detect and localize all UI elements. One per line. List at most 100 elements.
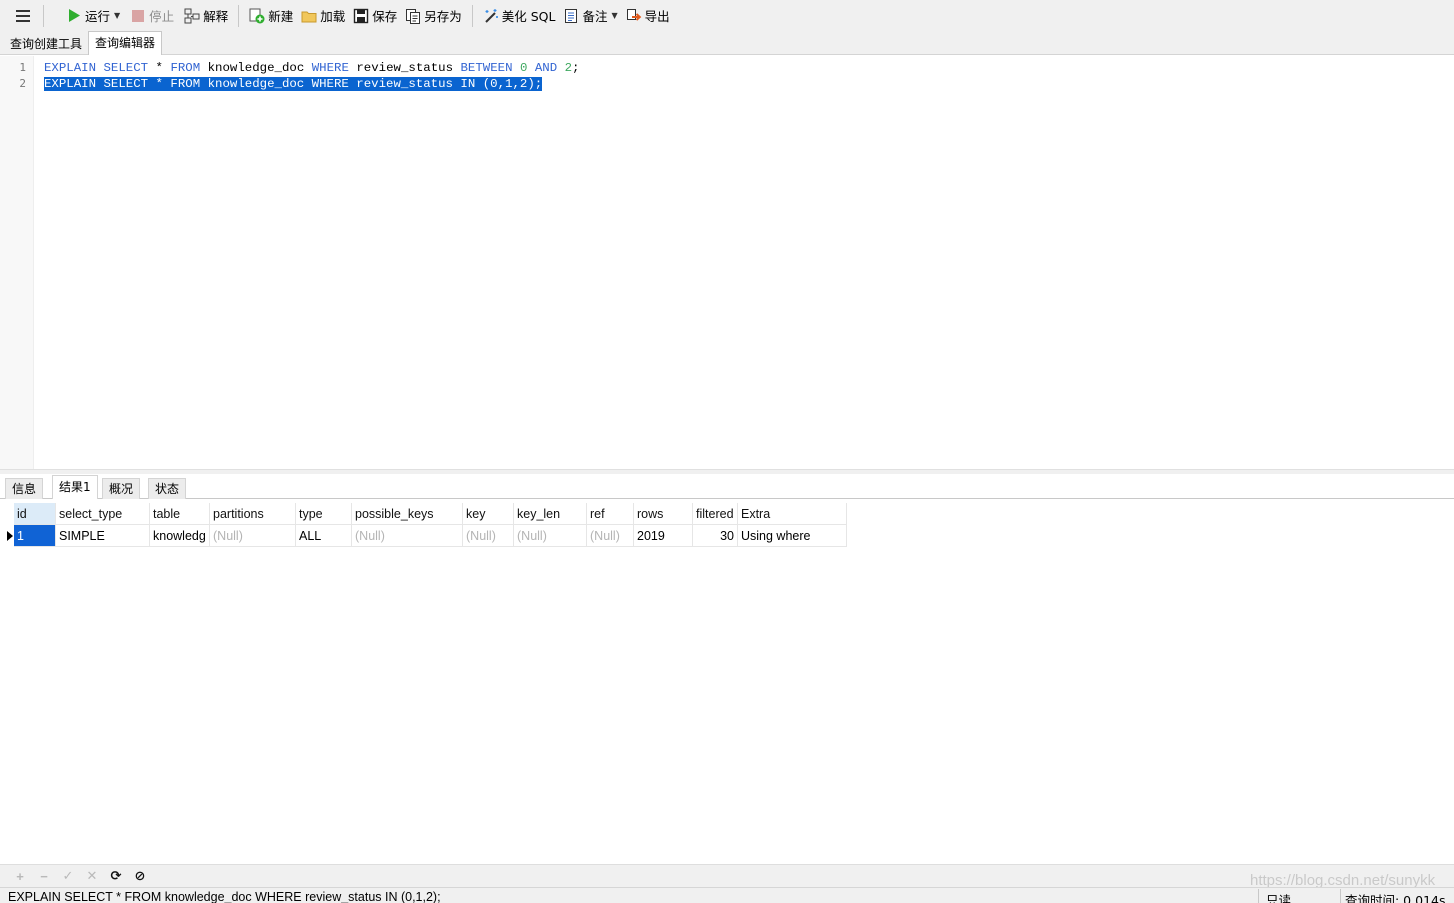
load-button[interactable]: 加载 <box>297 4 349 28</box>
explain-button[interactable]: 解释 <box>180 4 232 28</box>
export-button[interactable]: 导出 <box>622 4 674 28</box>
column-header-possible-keys[interactable]: possible_keys <box>352 503 463 525</box>
hamburger-menu-icon[interactable] <box>9 4 37 28</box>
save-as-label: 另存为 <box>424 9 462 24</box>
column-header-rows[interactable]: rows <box>634 503 693 525</box>
export-icon <box>626 8 642 24</box>
play-icon <box>66 8 82 24</box>
sql-keyword: BETWEEN <box>460 61 513 75</box>
save-as-button[interactable]: 另存为 <box>401 4 466 28</box>
cell-key-len[interactable]: (Null) <box>514 525 587 547</box>
column-header-select-type[interactable]: select_type <box>56 503 150 525</box>
column-header-id[interactable]: id <box>14 503 56 525</box>
refresh-icon[interactable]: ⟳ <box>104 866 128 886</box>
column-header-type[interactable]: type <box>296 503 352 525</box>
beautify-sql-button[interactable]: 美化 SQL <box>479 4 560 28</box>
tab-status[interactable]: 状态 <box>148 478 187 499</box>
stop-icon <box>130 8 146 24</box>
run-dropdown-icon[interactable]: ▼ <box>114 11 120 20</box>
status-divider <box>1340 889 1341 903</box>
status-query-time: 查询时间: 0.014s <box>1345 893 1446 903</box>
explain-label: 解释 <box>203 9 229 24</box>
new-query-icon <box>249 8 265 24</box>
add-record-icon[interactable]: + <box>8 866 32 886</box>
discard-changes-icon[interactable]: ✕ <box>80 866 104 886</box>
stop-refresh-icon[interactable]: ⊘ <box>128 866 152 886</box>
status-bar: EXPLAIN SELECT * FROM knowledge_doc WHER… <box>0 887 1454 903</box>
cell-partitions[interactable]: (Null) <box>210 525 296 547</box>
new-button[interactable]: 新建 <box>245 4 297 28</box>
selected-sql-text: EXPLAIN SELECT * FROM knowledge_doc WHER… <box>44 77 543 91</box>
toolbar-separator <box>43 4 44 27</box>
cell-ref[interactable]: (Null) <box>587 525 634 547</box>
beautify-label: 美化 SQL <box>501 9 556 24</box>
tab-info[interactable]: 信息 <box>5 478 44 499</box>
new-label: 新建 <box>268 9 294 24</box>
tab-query-editor[interactable]: 查询编辑器 <box>88 31 163 55</box>
sql-text: review_status <box>348 61 461 75</box>
cell-type[interactable]: ALL <box>296 525 352 547</box>
cell-key[interactable]: (Null) <box>463 525 514 547</box>
cell-table[interactable]: knowledg <box>150 525 210 547</box>
line-number-gutter: 1 2 <box>0 56 34 469</box>
explain-icon <box>184 8 200 24</box>
stop-label: 停止 <box>149 9 175 24</box>
save-label: 保存 <box>372 9 398 24</box>
note-button[interactable]: 备注 ▼ <box>559 4 621 28</box>
note-dropdown-icon[interactable]: ▼ <box>612 11 618 20</box>
tab-query-builder[interactable]: 查询创建工具 <box>4 34 88 55</box>
query-tab-bar: 查询创建工具 查询编辑器 <box>0 31 1454 55</box>
sql-keyword: EXPLAIN <box>44 61 97 75</box>
column-header-partitions[interactable]: partitions <box>210 503 296 525</box>
status-readonly: 只读 <box>1266 893 1292 903</box>
code-line-1[interactable]: EXPLAIN SELECT * FROM knowledge_doc WHER… <box>44 60 579 76</box>
column-header-table[interactable]: table <box>150 503 210 525</box>
toolbar-separator <box>471 4 473 27</box>
tab-overview[interactable]: 概况 <box>102 478 141 499</box>
cell-select-type[interactable]: SIMPLE <box>56 525 150 547</box>
code-line-2[interactable]: EXPLAIN SELECT * FROM knowledge_doc WHER… <box>44 76 543 92</box>
document-note-icon <box>563 8 579 24</box>
delete-record-icon[interactable]: − <box>32 866 56 886</box>
result-tab-bar: 信息 结果1 概况 状态 <box>0 474 1454 499</box>
sql-editor[interactable]: 1 2 EXPLAIN SELECT * FROM knowledge_doc … <box>0 56 1454 469</box>
sql-text: knowledge_doc <box>200 61 312 75</box>
column-header-filtered[interactable]: filtered <box>693 503 738 525</box>
column-header-key-len[interactable]: key_len <box>514 503 587 525</box>
line-number: 1 <box>19 61 26 74</box>
load-label: 加载 <box>320 9 346 24</box>
save-icon <box>353 8 369 24</box>
cell-id[interactable]: 1 <box>14 525 56 547</box>
cell-extra[interactable]: Using where <box>738 525 847 547</box>
sql-keyword: WHERE <box>311 61 349 75</box>
record-nav-bar: + − ✓ ✕ ⟳ ⊘ <box>0 864 1454 887</box>
cell-filtered[interactable]: 30 <box>693 525 738 547</box>
magic-wand-icon <box>483 8 499 24</box>
stop-button[interactable]: 停止 <box>126 4 178 28</box>
sql-keyword: SELECT <box>103 61 149 75</box>
apply-changes-icon[interactable]: ✓ <box>56 866 80 886</box>
sql-keyword: AND <box>534 61 558 75</box>
note-label: 备注 <box>582 9 608 24</box>
line-number: 2 <box>19 77 26 90</box>
export-label: 导出 <box>644 9 670 24</box>
column-header-extra[interactable]: Extra <box>738 503 847 525</box>
sql-text: ; <box>572 61 580 75</box>
sql-text: * <box>148 61 171 75</box>
column-header-ref[interactable]: ref <box>587 503 634 525</box>
navicat-query-window: 运行 ▼ 停止 解释 新建 加载 保存 另存为 美化 SQL 备注 ▼ 导出 查… <box>0 0 1454 903</box>
folder-icon <box>301 8 317 24</box>
save-as-icon <box>405 8 421 24</box>
save-button[interactable]: 保存 <box>349 4 401 28</box>
tab-result1[interactable]: 结果1 <box>52 475 98 499</box>
column-header-key[interactable]: key <box>463 503 514 525</box>
cell-rows[interactable]: 2019 <box>634 525 693 547</box>
status-sql-text: EXPLAIN SELECT * FROM knowledge_doc WHER… <box>8 890 441 903</box>
toolbar: 运行 ▼ 停止 解释 新建 加载 保存 另存为 美化 SQL 备注 ▼ 导出 <box>0 0 1454 31</box>
run-button[interactable]: 运行 ▼ <box>62 4 124 28</box>
cell-possible-keys[interactable]: (Null) <box>352 525 463 547</box>
